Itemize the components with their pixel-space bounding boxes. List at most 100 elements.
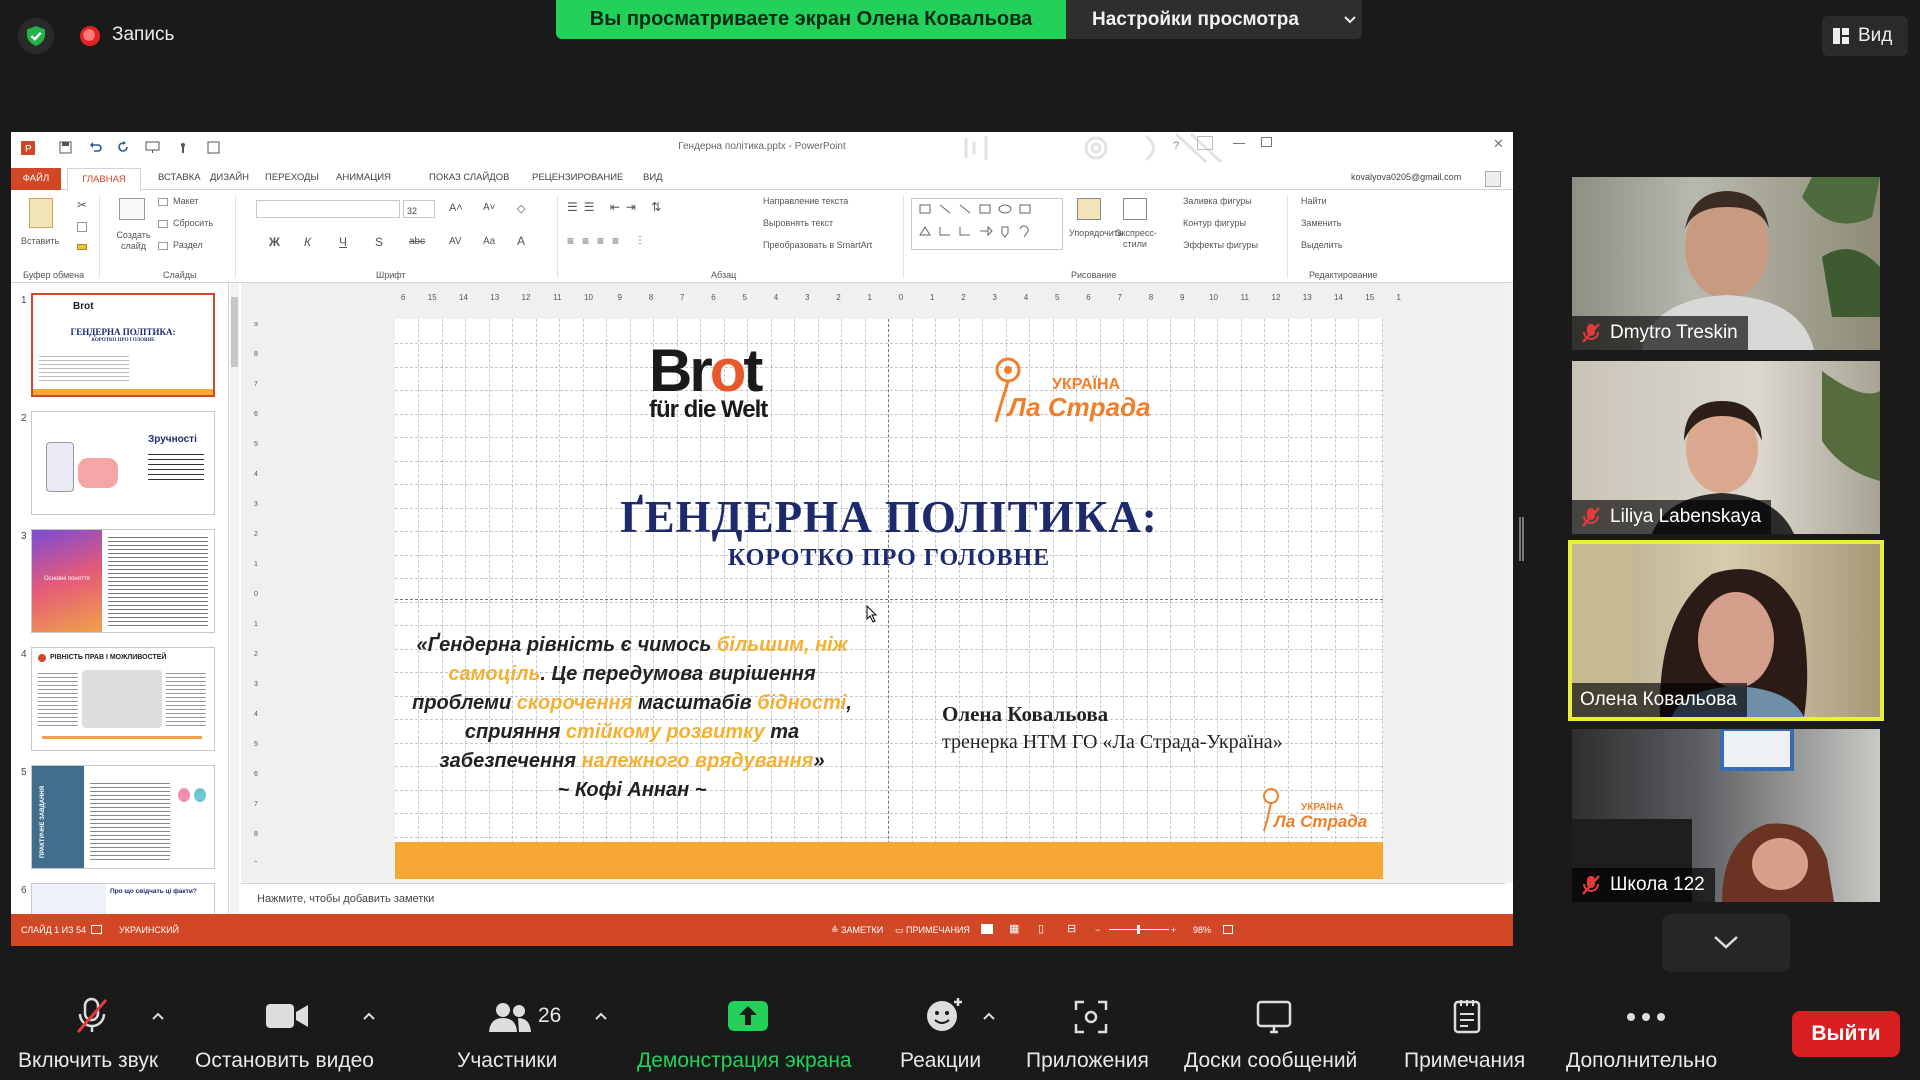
- slideshow-view-icon[interactable]: ⊟: [1067, 922, 1076, 935]
- list-buttons-icon[interactable]: ☰☰ ⇤⇥ ⇅: [567, 200, 667, 214]
- clear-format-icon[interactable]: ◇: [517, 202, 525, 215]
- cut-icon[interactable]: ✂: [77, 198, 87, 212]
- reactions-icon[interactable]: [925, 996, 965, 1032]
- slide-subtitle[interactable]: КОРОТКО ПРО ГОЛОВНЕ: [395, 545, 1383, 572]
- smartart-button[interactable]: Преобразовать в SmartArt: [763, 240, 872, 250]
- strikethrough-button[interactable]: abc: [409, 236, 425, 247]
- slide-thumbnail-5[interactable]: ПРАКТИЧНЕ ЗАВДАННЯ: [31, 765, 215, 869]
- participants-icon[interactable]: [488, 1002, 532, 1032]
- more-dots-icon[interactable]: [1626, 1012, 1666, 1022]
- presenter-role[interactable]: тренерка НТМ ГО «Ла Страда-Україна»: [942, 731, 1283, 754]
- participant-tile-2[interactable]: Liliya Labenskaya: [1572, 361, 1880, 534]
- tab-review[interactable]: РЕЦЕНЗИРОВАНИЕ: [532, 172, 623, 183]
- view-button[interactable]: Вид: [1822, 16, 1908, 56]
- muted-mic-icon[interactable]: [74, 996, 110, 1036]
- bold-button[interactable]: Ж: [269, 235, 280, 249]
- quick-styles-button[interactable]: Экспресс-стили: [1115, 228, 1157, 250]
- notes-pane[interactable]: Нажмите, чтобы добавить заметки: [241, 883, 1505, 914]
- replace-button[interactable]: Заменить: [1301, 218, 1341, 228]
- slide-canvas[interactable]: Brot für die Welt УКРАЇНА Ла Страда ҐЕНД…: [395, 319, 1383, 879]
- shadow-button[interactable]: S: [375, 235, 383, 249]
- shape-fill-button[interactable]: Заливка фигуры: [1183, 196, 1252, 206]
- tab-design[interactable]: ДИЗАЙН: [210, 172, 249, 183]
- more-participants-button[interactable]: [1662, 914, 1790, 972]
- italic-button[interactable]: К: [304, 235, 311, 249]
- minimize-icon[interactable]: [1233, 143, 1245, 144]
- split-resize-handle[interactable]: [1519, 517, 1524, 561]
- notes-button[interactable]: Примечания: [1404, 1049, 1525, 1073]
- paste-icon[interactable]: [29, 198, 53, 228]
- quick-styles-icon[interactable]: [1123, 198, 1147, 220]
- apps-icon[interactable]: [1074, 1000, 1108, 1034]
- tab-file[interactable]: ФАЙЛ: [11, 168, 61, 190]
- ribbon-display-options-icon[interactable]: [1197, 136, 1213, 150]
- slide-sorter-icon[interactable]: ▦: [1009, 922, 1019, 935]
- find-button[interactable]: Найти: [1301, 196, 1327, 206]
- whiteboards-button[interactable]: Доски сообщений: [1184, 1049, 1357, 1073]
- chevron-up-icon[interactable]: [363, 1010, 375, 1022]
- change-case-button[interactable]: Aa: [483, 236, 495, 247]
- tab-insert[interactable]: ВСТАВКА: [158, 172, 201, 183]
- notes-icon[interactable]: [1452, 998, 1482, 1034]
- chevron-up-icon[interactable]: [152, 1010, 164, 1022]
- reading-view-icon[interactable]: ▯: [1038, 922, 1044, 935]
- slide-quote[interactable]: «Ґендерна рівність є чимось більшим, ніж…: [407, 631, 857, 805]
- participant-tile-3-active-speaker[interactable]: Олена Ковальова: [1568, 540, 1884, 721]
- new-slide-icon[interactable]: [119, 198, 145, 220]
- font-color-button[interactable]: A: [517, 234, 525, 248]
- underline-button[interactable]: Ч: [339, 235, 347, 249]
- reset-button[interactable]: Сбросить: [173, 218, 213, 228]
- view-settings-dropdown[interactable]: Настройки просмотра: [1066, 0, 1362, 39]
- slide-thumbnail-1[interactable]: Brot ГЕНДЕРНА ПОЛІТИКА: КОРОТКО ПРО ГОЛО…: [31, 293, 215, 397]
- copy-icon[interactable]: [77, 222, 87, 232]
- align-text-button[interactable]: Выровнять текст: [763, 218, 833, 228]
- tab-slideshow[interactable]: ПОКАЗ СЛАЙДОВ: [429, 172, 509, 183]
- new-slide-label[interactable]: Создать слайд: [111, 230, 156, 252]
- chevron-up-icon[interactable]: [595, 1010, 607, 1022]
- thumbnails-scroll-thumb[interactable]: [231, 297, 238, 367]
- leave-button[interactable]: Выйти: [1792, 1011, 1900, 1057]
- format-painter-icon[interactable]: [77, 244, 87, 250]
- thumbnails-scrollbar[interactable]: [230, 283, 239, 914]
- account-avatar[interactable]: [1485, 171, 1501, 187]
- stop-video-button[interactable]: Остановить видео: [195, 1049, 374, 1073]
- text-direction-button[interactable]: Направление текста: [763, 196, 848, 206]
- font-size-field[interactable]: 32: [403, 200, 435, 218]
- account-email[interactable]: kovalyova0205@gmail.com: [1351, 172, 1461, 182]
- shapes-gallery[interactable]: [911, 198, 1063, 250]
- video-camera-icon[interactable]: [265, 1002, 309, 1030]
- share-screen-icon[interactable]: [727, 1000, 769, 1032]
- help-icon[interactable]: ?: [1173, 140, 1179, 152]
- zoom-level[interactable]: 98%: [1193, 925, 1211, 935]
- slide-scrollbar[interactable]: [1504, 283, 1513, 883]
- slide-thumbnail-3[interactable]: Основні поняття: [31, 529, 215, 633]
- apps-button[interactable]: Приложения: [1026, 1049, 1149, 1073]
- zoom-slider-thumb[interactable]: [1137, 925, 1140, 934]
- participant-tile-4[interactable]: Школа 122: [1572, 729, 1880, 902]
- whiteboard-icon[interactable]: [1256, 1000, 1292, 1034]
- security-shield-icon[interactable]: [18, 18, 54, 54]
- slide-thumbnail-4[interactable]: РІВНІСТЬ ПРАВ І МОЖЛИВОСТЕЙ: [31, 647, 215, 751]
- presenter-name[interactable]: Олена Ковальова: [942, 702, 1108, 727]
- spellcheck-icon[interactable]: [91, 925, 102, 934]
- participants-button[interactable]: Участники: [457, 1049, 557, 1073]
- align-buttons-icon[interactable]: ≡≡≡≡ ⫶: [567, 234, 649, 249]
- tab-transitions[interactable]: ПЕРЕХОДЫ: [265, 172, 319, 183]
- slide-title[interactable]: ҐЕНДЕРНА ПОЛІТИКА:: [395, 491, 1383, 543]
- zoom-in-icon[interactable]: +: [1171, 925, 1176, 935]
- close-icon[interactable]: ✕: [1493, 136, 1504, 152]
- participant-tile-1[interactable]: Dmytro Treskin: [1572, 177, 1880, 350]
- shrink-font-icon[interactable]: A˅: [483, 202, 496, 213]
- shape-outline-button[interactable]: Контур фигуры: [1183, 218, 1246, 228]
- recording-label[interactable]: Запись: [112, 24, 174, 46]
- grow-font-icon[interactable]: A˄: [449, 202, 463, 214]
- chevron-up-icon[interactable]: [983, 1010, 995, 1022]
- notes-toggle[interactable]: ≙ ЗАМЕТКИ: [831, 925, 883, 936]
- layout-button[interactable]: Макет: [173, 196, 198, 206]
- zoom-out-icon[interactable]: −: [1095, 925, 1100, 935]
- horizontal-guide[interactable]: [395, 599, 1383, 600]
- share-screen-button[interactable]: Демонстрация экрана: [637, 1049, 852, 1073]
- font-name-field[interactable]: [256, 200, 400, 218]
- tab-home[interactable]: ГЛАВНАЯ: [67, 168, 141, 191]
- more-button[interactable]: Дополнительно: [1566, 1049, 1717, 1073]
